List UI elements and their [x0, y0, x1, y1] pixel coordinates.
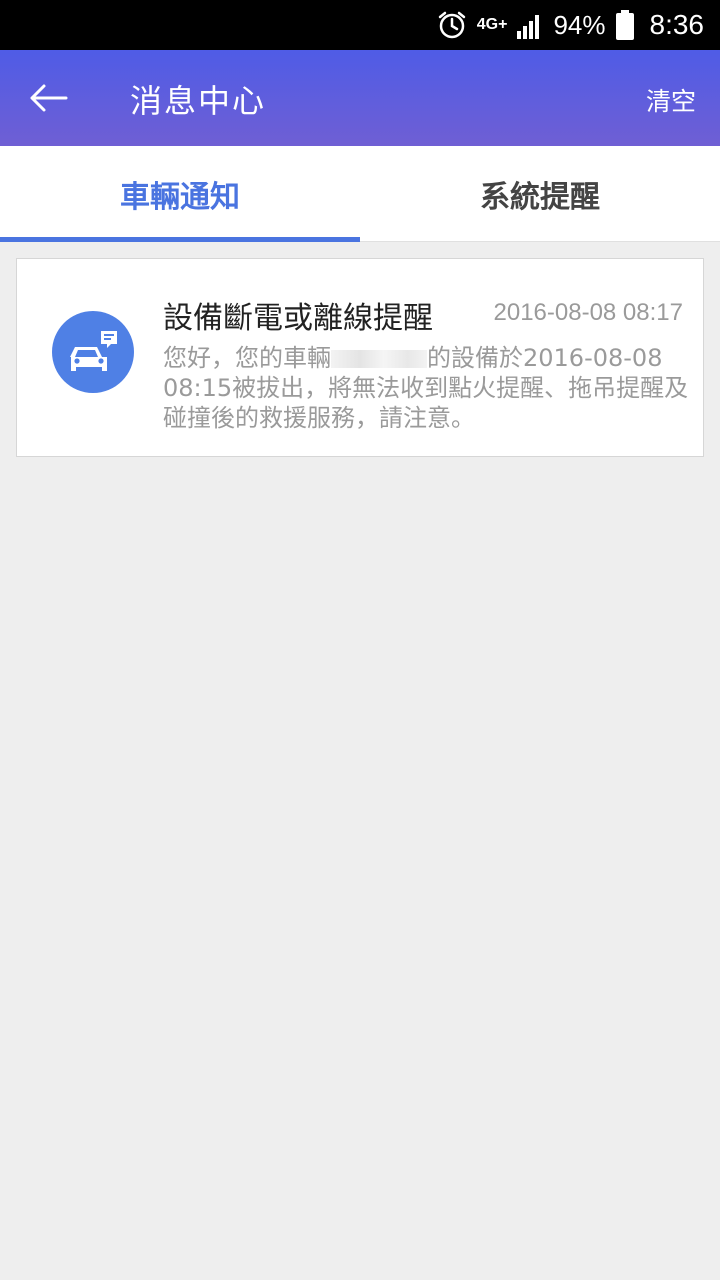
signal-icon — [517, 11, 543, 39]
notification-body: 您好，您的車輛 的設備於2016-08-08 08:15被拔出，將無法收到點火提醒… — [163, 343, 693, 433]
tab-system-reminders[interactable]: 系統提醒 — [360, 146, 720, 241]
alarm-icon — [437, 10, 467, 40]
network-4g-icon: 4G+ — [476, 16, 508, 33]
notification-title: 設備斷電或離線提醒 — [163, 301, 433, 336]
clear-button[interactable]: 清空 — [646, 82, 696, 118]
status-bar: 4G+ 94% 8:36 — [0, 0, 720, 50]
notification-time: 2016-08-08 08:17 — [493, 299, 684, 326]
notification-card[interactable]: 設備斷電或離線提醒 2016-08-08 08:17 您好，您的車輛 的設備於20… — [16, 258, 704, 457]
app-header: 消息中心 清空 — [0, 50, 720, 146]
arrow-left-icon — [30, 84, 68, 112]
battery-percent: 94% — [553, 9, 606, 40]
page-title: 消息中心 — [130, 82, 267, 120]
tab-bar: 車輛通知 系統提醒 — [0, 146, 720, 242]
clock: 8:36 — [649, 9, 705, 40]
battery-icon — [615, 10, 634, 40]
back-button[interactable] — [22, 78, 74, 118]
redacted-plate — [331, 350, 427, 368]
car-message-icon — [52, 311, 134, 393]
tab-vehicle-notifications[interactable]: 車輛通知 — [0, 146, 360, 242]
notification-body-prefix: 您好，您的車輛 — [163, 344, 331, 372]
